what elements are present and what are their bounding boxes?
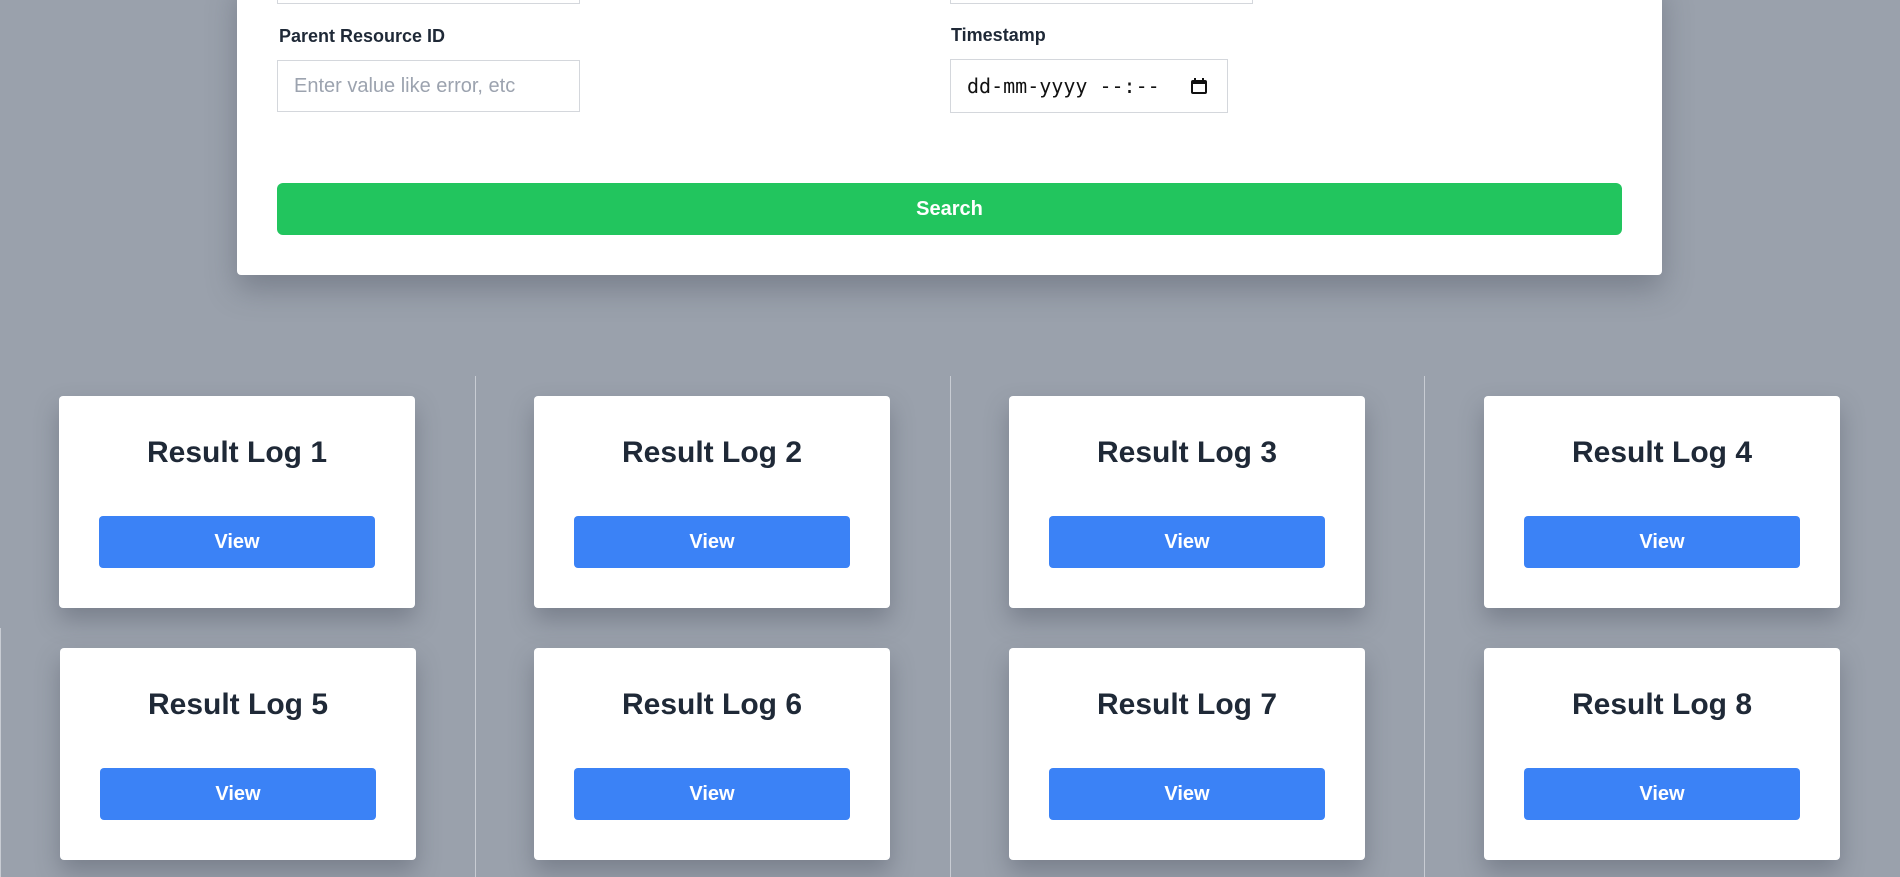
result-card-title: Result Log 2 (621, 436, 802, 469)
result-card-title: Result Log 4 (1571, 436, 1752, 469)
result-card: Result Log 2 View (534, 396, 890, 608)
result-card: Result Log 3 View (1009, 396, 1365, 608)
result-card-title: Result Log 7 (1096, 688, 1277, 721)
timestamp-input[interactable]: dd-mm-yyyy --:-- (950, 59, 1228, 113)
column-divider (0, 628, 1, 877)
view-button[interactable]: View (1049, 516, 1325, 568)
calendar-icon[interactable] (1189, 76, 1209, 96)
timestamp-label: Timestamp (951, 25, 1046, 45)
view-button[interactable]: View (1049, 768, 1325, 820)
view-button[interactable]: View (1524, 768, 1800, 820)
result-card: Result Log 5 View (60, 648, 416, 860)
partial-input-field[interactable] (277, 0, 580, 4)
result-card-title: Result Log 1 (146, 436, 327, 469)
result-card-title: Result Log 8 (1571, 688, 1752, 721)
result-card-title: Result Log 3 (1096, 436, 1277, 469)
timestamp-value: dd-mm-yyyy --:-- (967, 74, 1160, 98)
column-divider (950, 376, 951, 877)
result-card-title: Result Log 6 (621, 688, 802, 721)
partial-input-field[interactable] (950, 0, 1253, 4)
column-divider (475, 376, 476, 877)
parent-resource-id-label: Parent Resource ID (279, 26, 446, 46)
result-card-title: Result Log 5 (147, 688, 328, 721)
result-card: Result Log 1 View (59, 396, 415, 608)
parent-resource-id-input[interactable] (277, 60, 580, 112)
view-button[interactable]: View (574, 768, 850, 820)
view-button[interactable]: View (1524, 516, 1800, 568)
result-card: Result Log 4 View (1484, 396, 1840, 608)
page: Parent Resource ID Timestamp dd-mm-yyyy … (0, 0, 1900, 877)
view-button[interactable]: View (574, 516, 850, 568)
view-button[interactable]: View (99, 516, 375, 568)
result-card: Result Log 6 View (534, 648, 890, 860)
result-card: Result Log 8 View (1484, 648, 1840, 860)
view-button[interactable]: View (100, 768, 376, 820)
search-button[interactable]: Search (277, 183, 1622, 235)
column-divider (1424, 376, 1425, 877)
result-card: Result Log 7 View (1009, 648, 1365, 860)
search-panel: Parent Resource ID Timestamp dd-mm-yyyy … (237, 0, 1662, 275)
